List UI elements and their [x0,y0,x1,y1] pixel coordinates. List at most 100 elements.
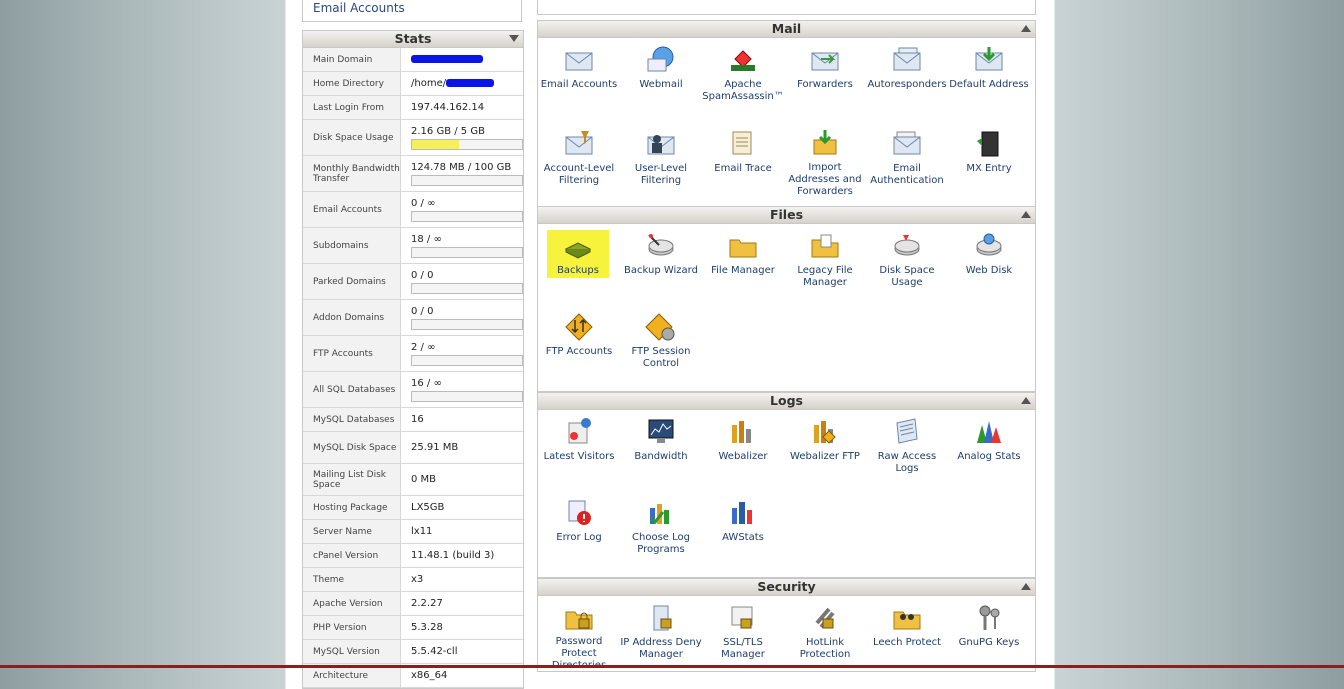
analog-stats-icon [972,416,1006,448]
email-accounts-button[interactable]: Email Accounts [538,44,620,114]
item-label: Leech Protect [872,637,942,648]
stat-value-text: 5.3.28 [411,622,443,633]
stats-header[interactable]: Stats [303,31,523,48]
mx-entry-button[interactable]: MX Entry [948,128,1030,198]
disk-usage-icon [890,230,924,262]
stat-label: Last Login From [303,96,401,119]
mail-header[interactable]: Mail [538,21,1035,38]
hotlink-protection-button[interactable]: HotLink Protection [784,602,866,672]
choose-log-programs-button[interactable]: Choose Log Programs [620,497,702,567]
account-level-filtering-button[interactable]: Account-Level Filtering [538,128,620,198]
bandwidth-button[interactable]: Bandwidth [620,416,702,486]
stat-value: 2.16 GB / 5 GB [401,120,523,155]
collapse-icon[interactable] [1021,211,1031,218]
stat-row: MySQL Databases 16 [303,408,523,432]
usage-bar [411,174,523,186]
stat-value: 18 / ∞ [401,228,523,263]
security-header[interactable]: Security [538,579,1035,596]
backup-wizard-button[interactable]: Backup Wizard [620,230,702,300]
default-address-button[interactable]: Default Address [948,44,1030,114]
collapse-icon[interactable] [509,35,519,42]
auth-envelope-icon [890,128,924,160]
webalizer-ftp-button[interactable]: Webalizer FTP [784,416,866,486]
stat-row: Apache Version 2.2.27 [303,592,523,616]
stat-label: MySQL Version [303,640,401,663]
ftp-accounts-button[interactable]: FTP Accounts [538,311,620,381]
security-title: Security [757,579,816,594]
wizard-disk-icon [644,230,678,262]
error-log-button[interactable]: Error Log [538,497,620,567]
apache-spamassassin-button[interactable]: Apache SpamAssassin™ [702,44,784,114]
ip-deny-icon [644,602,678,634]
disk-space-usage-button[interactable]: Disk Space Usage [866,230,948,300]
item-label: Disk Space Usage [879,265,935,288]
import-addresses-and-forwarders-button[interactable]: Import Addresses and Forwarders [784,128,866,198]
file-manager-button[interactable]: File Manager [702,230,784,300]
stat-label: Parked Domains [303,264,401,299]
webalizer-button[interactable]: Webalizer [702,416,784,486]
stat-label: cPanel Version [303,544,401,567]
logs-panel: Logs Latest Visitors Bandwidth Webalizer We… [537,392,1036,578]
stat-label: PHP Version [303,616,401,639]
stat-label: Home Directory [303,72,401,95]
files-grid: Backups Backup Wizard File Manager Legacy F… [538,224,1035,391]
forwarders-button[interactable]: Forwarders [784,44,866,114]
folder-icon [726,230,760,262]
stat-row: Home Directory/home/ [303,72,523,96]
stat-value: 2 / ∞ [401,336,523,371]
stat-value-text: 0 MB [411,474,437,485]
stat-label: FTP Accounts [303,336,401,371]
raw-access-logs-button[interactable]: Raw Access Logs [866,416,948,486]
forward-envelope-icon [808,44,842,76]
email-trace-button[interactable]: Email Trace [702,128,784,198]
stat-label: Addon Domains [303,300,401,335]
email-authentication-button[interactable]: Email Authentication [866,128,948,198]
collapse-icon[interactable] [1021,397,1031,404]
user-level-filtering-button[interactable]: User-Level Filtering [620,128,702,198]
stats-panel: Stats Main Domain Home Directory/home/Las… [302,30,524,689]
logs-header[interactable]: Logs [538,393,1035,410]
password-protect-directories-button[interactable]: Password Protect Directories [538,602,620,672]
item-label: SSL/TLS Manager [721,637,765,660]
stat-value: 16 / ∞ [401,372,523,407]
stat-value: LX5GB [401,496,523,519]
item-label: AWStats [722,531,764,543]
stat-value: x3 [401,568,523,591]
stat-row: Mailing List Disk Space 0 MB [303,464,523,496]
latest-visitors-button[interactable]: Latest Visitors [538,416,620,486]
previous-panel-bottom [537,0,1036,15]
stat-value: 16 [401,408,523,431]
webmail-button[interactable]: Webmail [620,44,702,114]
web-disk-button[interactable]: Web Disk [948,230,1030,300]
email-accounts-link[interactable]: Email Accounts [313,1,405,15]
files-header[interactable]: Files [538,207,1035,224]
backups-button[interactable]: Backups [547,230,609,278]
backup-disk-icon [561,230,595,262]
item-label: Email Trace [714,162,772,174]
autoresponders-button[interactable]: Autoresponders [866,44,948,114]
spamassassin-icon [726,44,760,76]
legacy-file-manager-button[interactable]: Legacy File Manager [784,230,866,300]
stat-value-text: 5.5.42-cll [411,646,458,657]
files-title: Files [769,207,804,222]
item-label: Backups [557,265,599,276]
gnupg-keys-button[interactable]: GnuPG Keys [948,602,1030,672]
trace-doc-icon [726,128,760,160]
leech-protect-button[interactable]: Leech Protect [866,602,948,672]
ssl-tls-manager-button[interactable]: SSL/TLS Manager [702,602,784,672]
awstats-button[interactable]: AWStats [702,497,784,567]
raw-logs-icon [890,416,924,448]
stat-value-text: 2.16 GB / 5 GB [411,125,485,137]
ip-address-deny-manager-button[interactable]: IP Address Deny Manager [620,602,702,672]
stat-value: 0 / 0 [401,264,523,299]
error-log-icon [562,497,596,529]
collapse-icon[interactable] [1021,25,1031,32]
usage-bar [411,282,523,294]
collapse-icon[interactable] [1021,583,1031,590]
item-label: Apache SpamAssassin™ [702,79,784,102]
stat-label: Main Domain [303,48,401,71]
stat-value-text: 0 / ∞ [411,197,436,209]
analog-stats-button[interactable]: Analog Stats [948,416,1030,486]
security-grid: Password Protect DirectoriesIP Address D… [538,596,1035,672]
ftp-session-control-button[interactable]: FTP Session Control [620,311,702,381]
